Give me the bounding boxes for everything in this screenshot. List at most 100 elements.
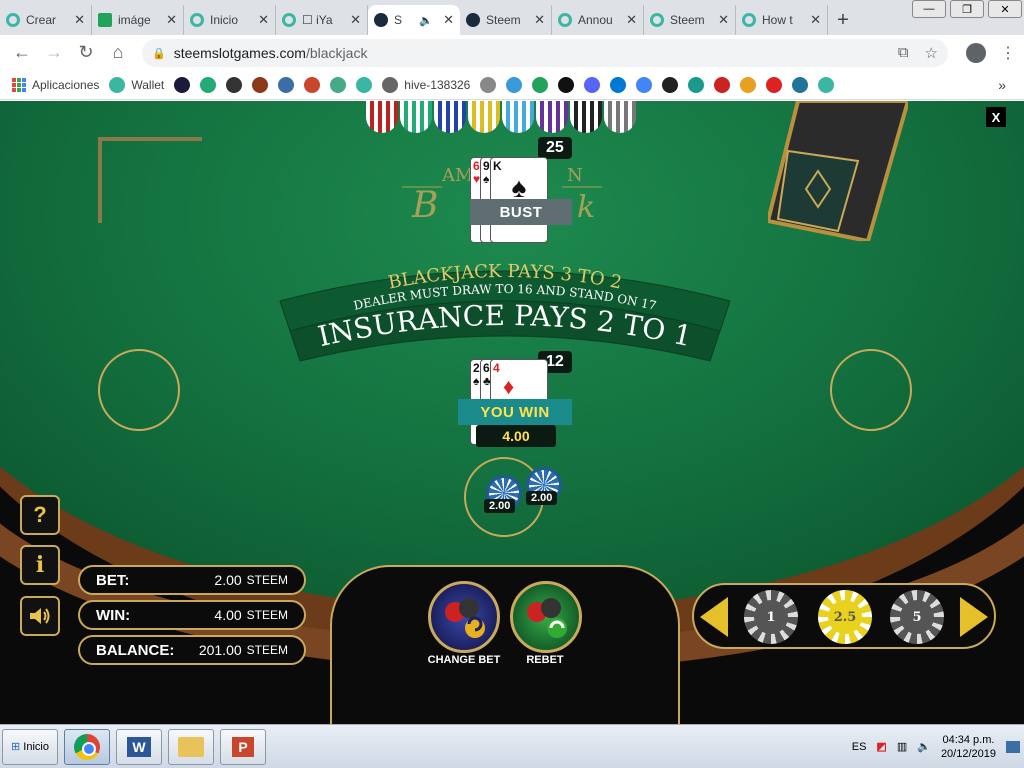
browser-tab[interactable]: ☐ iYa ✕ — [276, 5, 368, 35]
bookmark-item[interactable] — [480, 76, 497, 93]
discard-tray — [98, 137, 202, 223]
rebet-button[interactable] — [510, 581, 582, 653]
language-indicator[interactable]: ES — [852, 741, 867, 753]
show-desktop-icon[interactable] — [1006, 740, 1020, 753]
bookmark-item[interactable] — [610, 76, 627, 93]
browser-tab[interactable]: Inicio ✕ — [184, 5, 276, 35]
tab-title: Inicio — [210, 13, 239, 27]
profile-avatar[interactable] — [966, 42, 986, 63]
close-tab-icon[interactable]: ✕ — [810, 12, 821, 28]
bookmark-item[interactable] — [278, 76, 295, 93]
right-bet-spot[interactable] — [830, 349, 912, 431]
bookmark-item[interactable] — [740, 76, 757, 93]
info-button[interactable]: i — [20, 545, 60, 585]
tab-title: Steem — [670, 13, 705, 27]
bookmark-item[interactable] — [584, 76, 601, 93]
star-icon[interactable]: ☆ — [925, 44, 938, 62]
balance-currency: STEEM — [246, 643, 288, 657]
bookmark-item[interactable] — [200, 76, 217, 93]
chip-next-arrow[interactable] — [960, 597, 988, 637]
reload-button[interactable]: ↻ — [70, 37, 102, 69]
bookmark-item[interactable] — [662, 76, 679, 93]
bookmark-item[interactable] — [356, 76, 373, 93]
taskbar-chrome[interactable] — [64, 728, 110, 765]
close-game-button[interactable]: X — [986, 107, 1006, 127]
taskbar-powerpoint[interactable]: P — [220, 728, 266, 765]
start-button[interactable]: ⊞ Inicio — [2, 728, 58, 765]
sound-button[interactable] — [20, 596, 60, 636]
bookmark-item[interactable] — [532, 76, 549, 93]
rebet-label: REBET — [526, 654, 564, 666]
bookmarks-overflow-button[interactable]: » — [998, 77, 1006, 93]
forward-button[interactable]: → — [38, 37, 70, 69]
bookmark-item[interactable] — [252, 76, 269, 93]
steem-icon — [558, 13, 572, 27]
volume-icon[interactable]: 🔈 — [917, 740, 931, 753]
network-icon[interactable]: ▥ — [897, 740, 907, 753]
maximize-button[interactable]: ❐ — [950, 0, 984, 18]
new-tab-button[interactable]: + — [828, 5, 858, 35]
discord-icon — [610, 76, 627, 93]
bookmark-item[interactable] — [226, 76, 243, 93]
tab-title: S — [394, 13, 403, 27]
address-bar[interactable]: 🔒 steemslotgames.com/blackjack ⧉ ☆ — [142, 39, 948, 67]
bookmark-item[interactable] — [766, 76, 783, 93]
bookmark-item[interactable]: Wallet — [109, 76, 164, 93]
browser-tab[interactable]: How t ✕ — [736, 5, 828, 35]
logo-text-bottom: B — [411, 185, 438, 219]
bookmark-item[interactable] — [506, 76, 523, 93]
rack-chip-stack — [400, 101, 432, 133]
clock[interactable]: 04:34 p.m. 20/12/2019 — [941, 733, 996, 761]
minimize-button[interactable]: — — [912, 0, 946, 18]
tab-title: How t — [762, 13, 793, 27]
steem-icon — [382, 76, 399, 93]
bookmark-item[interactable] — [304, 76, 321, 93]
close-tab-icon[interactable]: ✕ — [443, 12, 454, 28]
chip-prev-arrow[interactable] — [700, 597, 728, 637]
url-text[interactable]: steemslotgames.com/blackjack — [174, 45, 368, 61]
close-tab-icon[interactable]: ✕ — [626, 12, 637, 28]
steemslot-icon — [374, 13, 388, 27]
bookmark-item[interactable] — [330, 76, 347, 93]
menu-icon[interactable]: ⋮ — [1000, 43, 1016, 63]
close-tab-icon[interactable]: ✕ — [534, 12, 545, 28]
globe-icon — [226, 76, 243, 93]
browser-tab[interactable]: Steem ✕ — [644, 5, 736, 35]
bookmark-item[interactable] — [636, 76, 653, 93]
bookmark-item[interactable] — [688, 76, 705, 93]
change-bet-button[interactable] — [428, 581, 500, 653]
audio-icon[interactable]: 🔈 — [419, 14, 433, 27]
close-tab-icon[interactable]: ✕ — [74, 12, 85, 28]
browser-tab[interactable]: imáge ✕ — [92, 5, 184, 35]
translate-icon[interactable]: ⧉ — [898, 44, 909, 62]
bookmark-item[interactable] — [174, 76, 191, 93]
help-button[interactable]: ? — [20, 495, 60, 535]
chip-option[interactable]: 2.5 — [818, 590, 872, 644]
taskbar-explorer[interactable] — [168, 728, 214, 765]
browser-tab[interactable]: Steem ✕ — [460, 5, 552, 35]
chip-option-value: 2.5 — [828, 600, 862, 634]
browser-tab[interactable]: Crear ✕ — [0, 5, 92, 35]
bookmark-item[interactable] — [558, 76, 575, 93]
bookmark-item[interactable]: hive-138326 — [382, 76, 470, 93]
antivirus-icon[interactable]: ◩ — [876, 740, 886, 753]
chip-option[interactable]: 1 — [744, 590, 798, 644]
lock-icon[interactable]: 🔒 — [152, 47, 166, 60]
home-button[interactable]: ⌂ — [102, 37, 134, 69]
bookmark-item[interactable] — [792, 76, 809, 93]
bookmark-apps[interactable]: Aplicaciones — [12, 77, 99, 92]
back-button[interactable]: ← — [6, 37, 38, 69]
chip-option[interactable]: 5 — [890, 590, 944, 644]
taskbar-word[interactable]: W — [116, 728, 162, 765]
bookmark-item[interactable] — [714, 76, 731, 93]
close-tab-icon[interactable]: ✕ — [718, 12, 729, 28]
browser-tab-active[interactable]: S 🔈 ✕ — [368, 5, 460, 35]
left-bet-spot[interactable] — [98, 349, 180, 431]
bookmark-item[interactable] — [818, 76, 835, 93]
browser-tab[interactable]: Annou ✕ — [552, 5, 644, 35]
close-tab-icon[interactable]: ✕ — [166, 12, 177, 28]
close-window-button[interactable]: ✕ — [988, 0, 1022, 18]
bet-currency: STEEM — [246, 573, 288, 587]
close-tab-icon[interactable]: ✕ — [258, 12, 269, 28]
close-tab-icon[interactable]: ✕ — [350, 12, 361, 28]
